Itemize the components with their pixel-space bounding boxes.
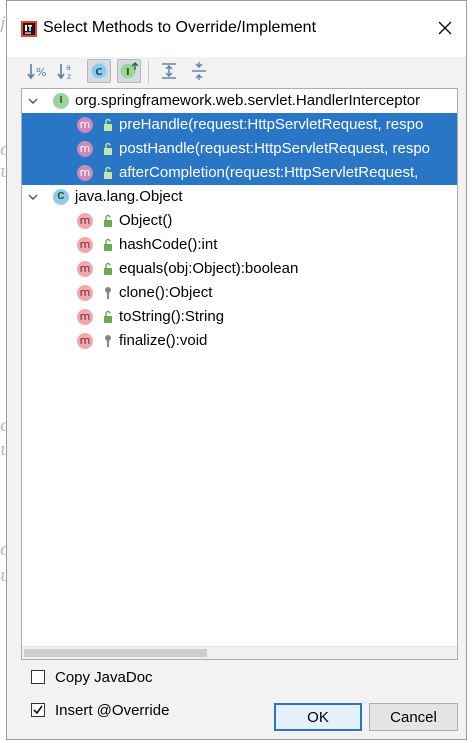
- protected-key-icon: [105, 335, 111, 347]
- insert-override-label: Insert @Override: [55, 702, 170, 719]
- method-row[interactable]: m toString():String: [22, 305, 457, 329]
- class-icon: C: [91, 63, 107, 79]
- method-label: postHandle(request:HttpServletRequest, r…: [119, 140, 431, 157]
- public-lock-icon: [104, 142, 112, 155]
- background-editor-glyph: j: [0, 14, 6, 34]
- method-icon: m: [77, 141, 93, 157]
- copy-javadoc-checkbox[interactable]: [31, 670, 45, 684]
- method-icon: m: [77, 333, 93, 349]
- ok-button[interactable]: OK: [274, 703, 362, 731]
- public-lock-icon: [104, 166, 112, 179]
- sort-alpha-icon: a z: [57, 63, 71, 80]
- method-label: toString():String: [119, 308, 225, 325]
- svg-text:%: %: [36, 66, 46, 79]
- method-icon: m: [77, 117, 93, 133]
- method-row[interactable]: m postHandle(request:HttpServletRequest, …: [22, 137, 457, 161]
- method-label: hashCode():int: [119, 236, 218, 253]
- public-lock-icon: [104, 262, 112, 275]
- svg-text:C: C: [95, 67, 102, 78]
- method-row[interactable]: m afterCompletion(request:HttpServletRequ…: [22, 161, 457, 185]
- horizontal-scrollbar[interactable]: [22, 646, 457, 659]
- checkmark-icon: [33, 705, 43, 715]
- method-label: preHandle(request:HttpServletRequest, re…: [119, 116, 424, 133]
- title-bar: Select Methods to Override/Implement: [7, 1, 466, 57]
- public-lock-icon: [104, 214, 112, 227]
- insert-override-checkbox[interactable]: [31, 703, 45, 717]
- cancel-button[interactable]: Cancel: [369, 703, 458, 731]
- show-classes-button[interactable]: C: [87, 59, 111, 83]
- method-label: afterCompletion(request:HttpServletReque…: [119, 164, 419, 181]
- override-methods-dialog: Select Methods to Override/Implement % a…: [6, 0, 467, 740]
- method-label: Object(): [119, 212, 173, 229]
- method-icon: m: [77, 237, 93, 253]
- method-icon: m: [77, 165, 93, 181]
- tree-group-row[interactable]: Cjava.lang.Object: [22, 185, 457, 209]
- method-label: finalize():void: [119, 332, 208, 349]
- chevron-down-icon[interactable]: [28, 96, 38, 106]
- tree-group-row[interactable]: Iorg.springframework.web.servlet.Handler…: [22, 89, 457, 113]
- method-row[interactable]: m finalize():void: [22, 329, 457, 353]
- copy-javadoc-label: Copy JavaDoc: [55, 669, 153, 686]
- public-lock-icon: [104, 238, 112, 251]
- sort-visibility-icon: %: [27, 64, 46, 80]
- method-row[interactable]: m preHandle(request:HttpServletRequest, r…: [22, 113, 457, 137]
- method-label: clone():Object: [119, 284, 213, 301]
- svg-text:z: z: [67, 72, 71, 80]
- svg-text:a: a: [66, 63, 71, 72]
- collapse-all-icon: [192, 62, 206, 80]
- tree-group-label: java.lang.Object: [75, 188, 183, 205]
- expand-all-button[interactable]: [157, 59, 181, 83]
- svg-text:I: I: [126, 67, 130, 78]
- collapse-all-button[interactable]: [187, 59, 211, 83]
- method-icon: m: [77, 261, 93, 277]
- public-lock-icon: [104, 310, 112, 323]
- sort-alphabetically-button[interactable]: a z: [55, 59, 79, 83]
- expand-all-icon: [162, 63, 176, 79]
- method-row[interactable]: m Object(): [22, 209, 457, 233]
- method-icon: m: [77, 213, 93, 229]
- method-label: equals(obj:Object):boolean: [119, 260, 299, 277]
- protected-key-icon: [105, 287, 111, 299]
- method-row[interactable]: m clone():Object: [22, 281, 457, 305]
- toolbar-separator: [148, 61, 149, 83]
- tree-group-label: org.springframework.web.servlet.HandlerI…: [75, 92, 421, 109]
- interface-icon: I: [53, 93, 69, 109]
- method-row[interactable]: m equals(obj:Object):boolean: [22, 257, 457, 281]
- method-row[interactable]: m hashCode():int: [22, 233, 457, 257]
- sort-by-visibility-button[interactable]: %: [25, 59, 49, 83]
- dialog-title: Select Methods to Override/Implement: [43, 19, 317, 36]
- method-icon: m: [77, 309, 93, 325]
- show-interfaces-button[interactable]: I: [117, 59, 141, 83]
- methods-tree[interactable]: Iorg.springframework.web.servlet.Handler…: [21, 88, 458, 660]
- method-icon: m: [77, 285, 93, 301]
- close-icon[interactable]: [434, 17, 456, 39]
- toolbar: % a z C I: [7, 57, 466, 87]
- scrollbar-thumb[interactable]: [24, 649, 207, 657]
- interface-icon: I: [120, 62, 139, 79]
- intellij-app-icon: [21, 21, 37, 37]
- class-icon: C: [53, 189, 69, 205]
- chevron-down-icon[interactable]: [28, 192, 38, 202]
- public-lock-icon: [104, 118, 112, 131]
